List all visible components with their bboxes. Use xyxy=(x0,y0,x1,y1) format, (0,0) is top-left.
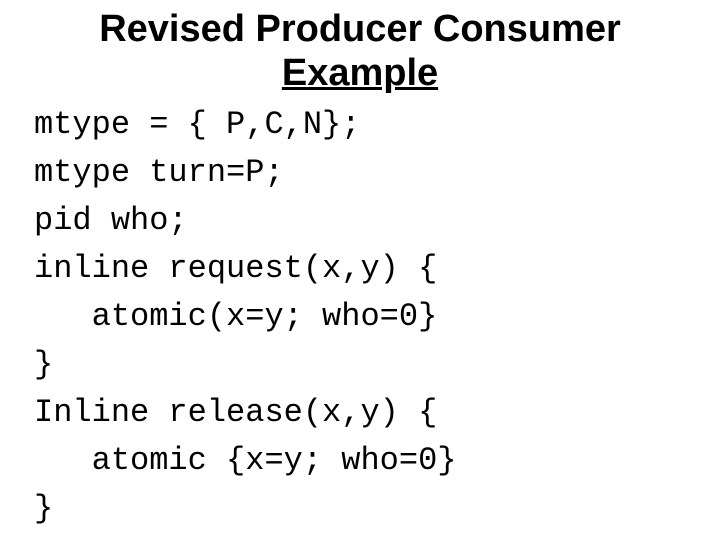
code-line: mtype = { P,C,N}; xyxy=(34,106,360,143)
code-line: inline request(x,y) { xyxy=(34,250,437,287)
code-line: atomic(x=y; who=0} xyxy=(34,298,437,335)
slide: Revised Producer Consumer Example mtype … xyxy=(0,0,720,540)
code-line: pid who; xyxy=(34,202,188,239)
title-line-2: Example xyxy=(282,52,438,94)
code-line: mtype turn=P; xyxy=(34,154,284,191)
code-line: atomic {x=y; who=0} xyxy=(34,442,456,479)
code-block: mtype = { P,C,N}; mtype turn=P; pid who;… xyxy=(34,101,690,533)
code-line: } xyxy=(34,346,53,383)
code-line: Inline release(x,y) { xyxy=(34,394,437,431)
slide-title: Revised Producer Consumer Example xyxy=(30,8,690,95)
code-line: } xyxy=(34,490,53,527)
title-line-1: Revised Producer Consumer xyxy=(99,8,621,50)
